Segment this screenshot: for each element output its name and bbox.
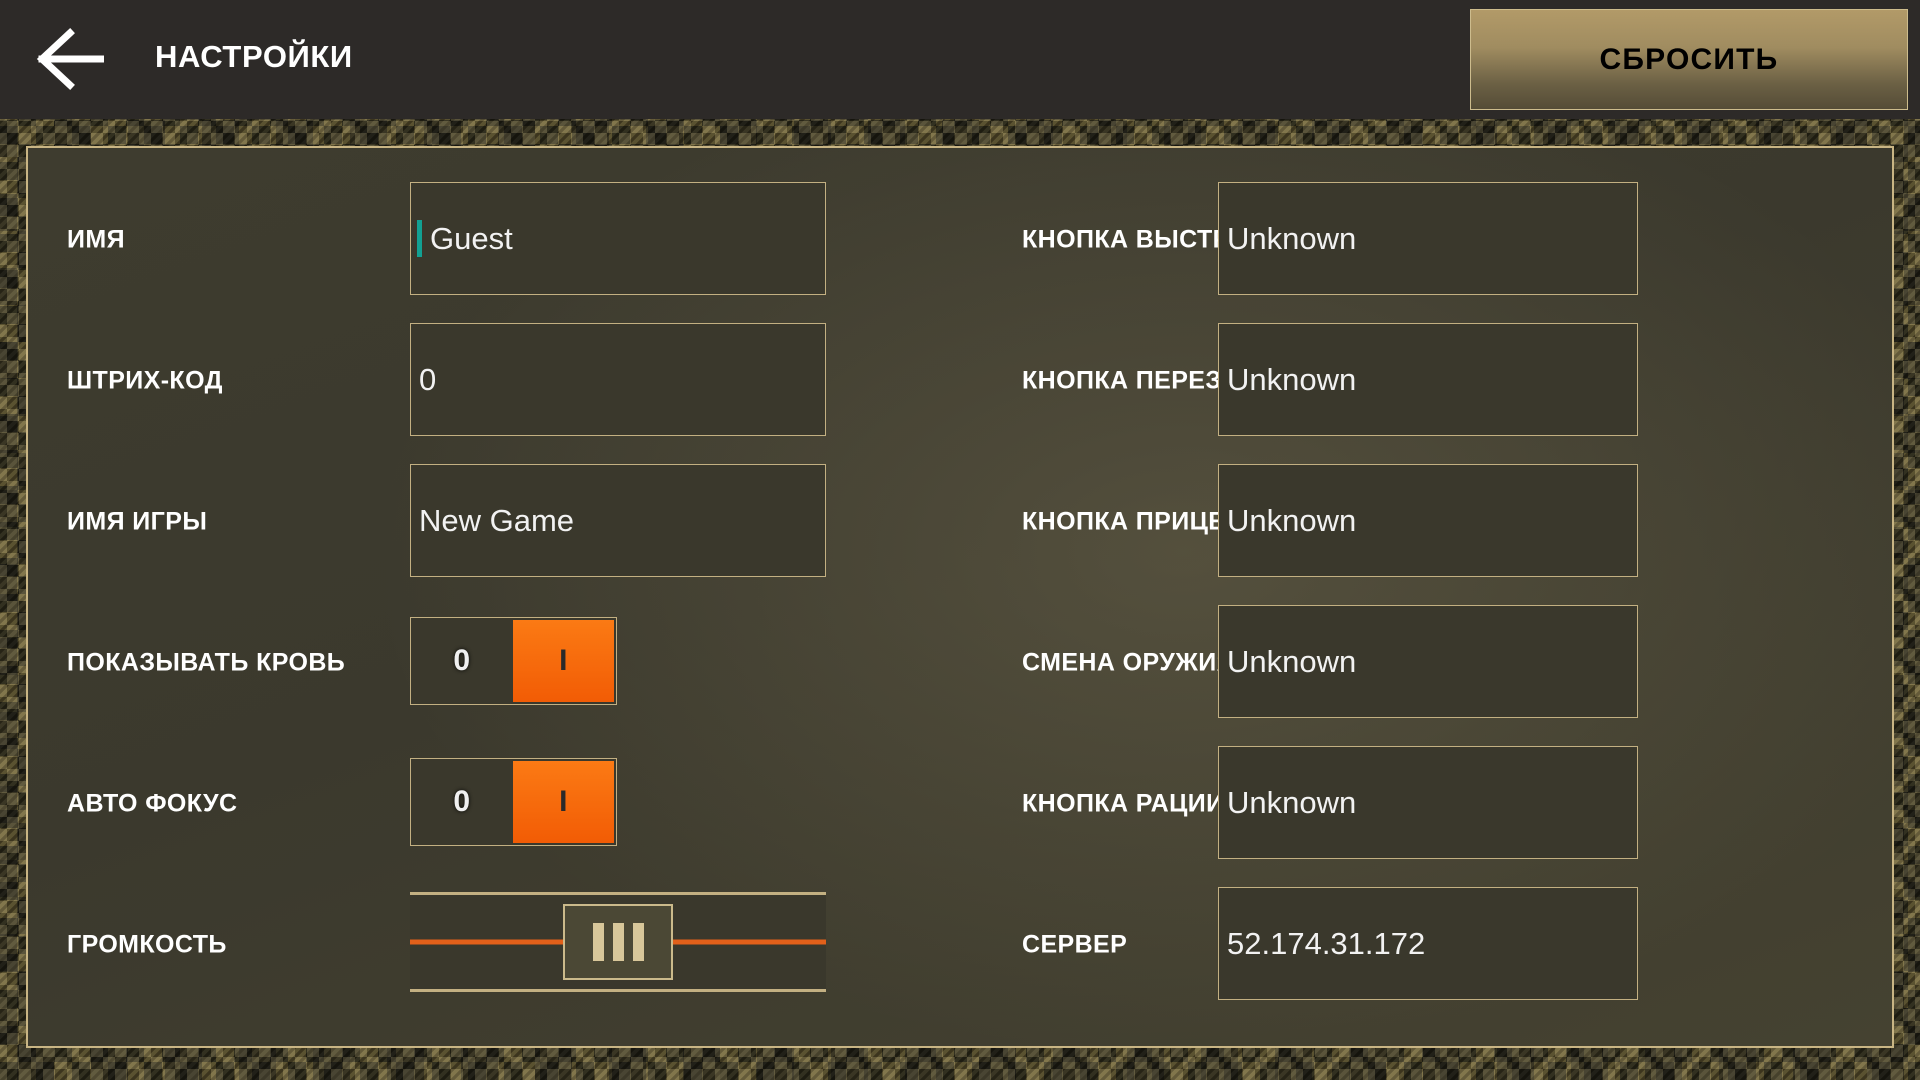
setting-label-game-name: ИМЯ ИГРЫ [67, 507, 208, 535]
setting-row-auto-focus: АВТО ФОКУС 0 I [28, 746, 962, 861]
settings-screen: НАСТРОЙКИ СБРОСИТЬ ИМЯ Guest ШТРИХ-КОД 0 [0, 0, 1920, 1080]
setting-label-volume: ГРОМКОСТЬ [67, 930, 227, 958]
setting-row-reload-button: КНОПКА ПЕРЕЗАРЯДКИ Unknown [962, 323, 1892, 438]
setting-label-barcode: ШТРИХ-КОД [67, 366, 223, 394]
setting-row-name: ИМЯ Guest [28, 182, 962, 297]
setting-row-game-name: ИМЯ ИГРЫ New Game [28, 464, 962, 579]
setting-row-weapon-switch: СМЕНА ОРУЖИЯ Unknown [962, 605, 1892, 720]
fire-button-value: Unknown [1227, 220, 1357, 256]
fire-button-input[interactable]: Unknown [1218, 182, 1638, 295]
setting-row-server: СЕРВЕР 52.174.31.172 [962, 887, 1892, 1002]
settings-panel: ИМЯ Guest ШТРИХ-КОД 0 ИМЯ ИГРЫ New Game [26, 146, 1894, 1048]
volume-slider[interactable] [410, 892, 826, 992]
page-title: НАСТРОЙКИ [155, 39, 353, 74]
setting-row-volume: ГРОМКОСТЬ [28, 887, 962, 1002]
header-bar: НАСТРОЙКИ СБРОСИТЬ [0, 0, 1920, 119]
setting-label-auto-focus: АВТО ФОКУС [67, 789, 238, 817]
show-blood-toggle-on[interactable]: I [512, 620, 614, 702]
setting-row-barcode: ШТРИХ-КОД 0 [28, 323, 962, 438]
barcode-input[interactable]: 0 [410, 323, 826, 436]
aim-button-input[interactable]: Unknown [1218, 464, 1638, 577]
back-arrow-icon[interactable] [32, 27, 106, 91]
name-input[interactable]: Guest [410, 182, 826, 295]
auto-focus-toggle-on[interactable]: I [512, 761, 614, 843]
setting-row-aim-button: КНОПКА ПРИЦЕЛ Unknown [962, 464, 1892, 579]
server-input[interactable]: 52.174.31.172 [1218, 887, 1638, 1000]
settings-column-left: ИМЯ Guest ШТРИХ-КОД 0 ИМЯ ИГРЫ New Game [28, 148, 962, 1046]
server-value: 52.174.31.172 [1227, 925, 1426, 961]
radio-button-input[interactable]: Unknown [1218, 746, 1638, 859]
game-name-input-value: New Game [419, 502, 575, 538]
setting-label-show-blood: ПОКАЗЫВАТЬ КРОВЬ [67, 648, 346, 676]
show-blood-toggle[interactable]: 0 I [410, 617, 617, 705]
auto-focus-toggle-off[interactable]: 0 [411, 759, 513, 845]
settings-column-right: КНОПКА ВЫСТРЕЛА Unknown КНОПКА ПЕРЕЗАРЯД… [962, 148, 1892, 1046]
show-blood-toggle-off[interactable]: 0 [411, 618, 513, 704]
radio-button-value: Unknown [1227, 784, 1357, 820]
reload-button-value: Unknown [1227, 361, 1357, 397]
setting-label-name: ИМЯ [67, 225, 125, 253]
weapon-switch-input[interactable]: Unknown [1218, 605, 1638, 718]
setting-row-fire-button: КНОПКА ВЫСТРЕЛА Unknown [962, 182, 1892, 297]
game-name-input[interactable]: New Game [410, 464, 826, 577]
weapon-switch-value: Unknown [1227, 643, 1357, 679]
aim-button-value: Unknown [1227, 502, 1357, 538]
setting-label-aim-button: КНОПКА ПРИЦЕЛ [1022, 507, 1244, 535]
grip-bar-icon [612, 923, 624, 961]
reset-button[interactable]: СБРОСИТЬ [1470, 9, 1908, 110]
setting-row-radio-button: КНОПКА РАЦИИ Unknown [962, 746, 1892, 861]
barcode-input-value: 0 [419, 361, 437, 397]
grip-bar-icon [632, 923, 644, 961]
setting-row-show-blood: ПОКАЗЫВАТЬ КРОВЬ 0 I [28, 605, 962, 720]
auto-focus-toggle[interactable]: 0 I [410, 758, 617, 846]
setting-label-radio-button: КНОПКА РАЦИИ [1022, 789, 1225, 817]
volume-slider-thumb[interactable] [563, 904, 673, 980]
setting-label-server: СЕРВЕР [1022, 930, 1128, 958]
grip-bar-icon [592, 923, 604, 961]
setting-label-weapon-switch: СМЕНА ОРУЖИЯ [1022, 648, 1235, 676]
reload-button-input[interactable]: Unknown [1218, 323, 1638, 436]
name-input-value: Guest [430, 220, 513, 256]
